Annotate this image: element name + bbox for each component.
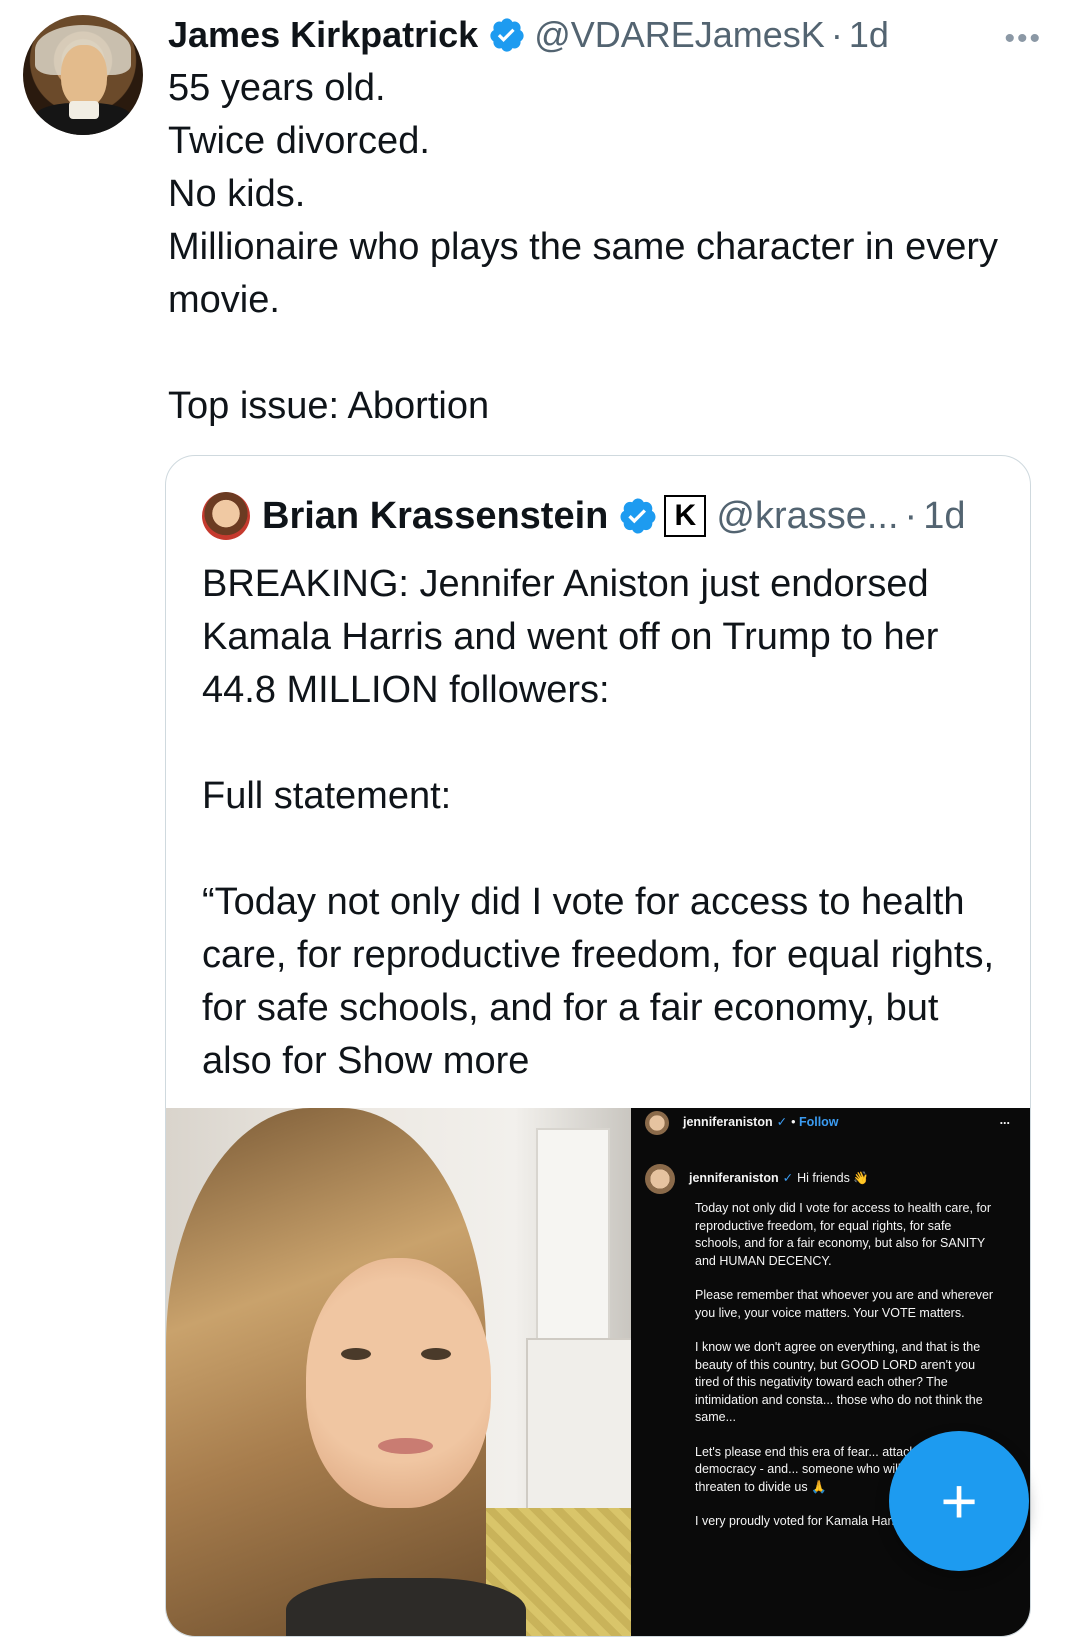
verified-badge-icon [490, 18, 524, 52]
affiliate-badge-icon[interactable]: K [664, 495, 707, 537]
quoted-tweet-media[interactable]: jenniferaniston ✓ • Follow ... jennifera… [166, 1108, 1030, 1636]
quoted-tweet-body: BREAKING: Jennifer Aniston just endorsed… [202, 558, 1012, 1088]
ig-caption-paragraph: I know we don't agree on everything, and… [695, 1340, 983, 1424]
separator-dot: · [904, 494, 918, 537]
author-name[interactable]: James Kirkpatrick [168, 14, 478, 56]
verified-badge-icon [620, 498, 656, 534]
more-options-icon[interactable]: ••• [1004, 22, 1042, 56]
ig-post-header: jenniferaniston ✓ • Follow [645, 1110, 839, 1136]
ig-follow-label: Follow [798, 1115, 839, 1130]
tweet-timestamp[interactable]: 1d [849, 14, 889, 56]
author-avatar[interactable] [23, 15, 143, 135]
avatar-collar [69, 101, 99, 119]
ig-caption-paragraph: Today not only did I vote for access to … [695, 1201, 991, 1268]
photo-shirt [286, 1578, 526, 1636]
show-more-link[interactable]: Show more [337, 1040, 529, 1082]
avatar-face [61, 45, 107, 107]
ig-verified-icon: ✓ [782, 1171, 794, 1186]
separator-dot: · [830, 14, 843, 55]
ig-avatar [645, 1164, 675, 1194]
ig-caption-paragraph: Please remember that whoever you are and… [695, 1288, 994, 1320]
ig-verified-icon: ✓ [776, 1115, 788, 1130]
tweet-line: 55 years old. [168, 67, 386, 109]
tweet-line: Top issue: Abortion [168, 385, 490, 427]
quoted-tweet-timestamp[interactable]: 1d [923, 495, 965, 538]
quoted-tweet-header: Brian Krassenstein K @krasse... · 1d [202, 491, 965, 541]
ig-username: jenniferaniston [683, 1115, 773, 1130]
author-handle[interactable]: @VDAREJamesK [534, 14, 825, 56]
selfie-photo[interactable] [166, 1108, 631, 1636]
photo-lips [378, 1438, 433, 1454]
ig-greeting: Hi friends 👋 [797, 1171, 869, 1186]
ig-separator-dot: • [791, 1115, 796, 1130]
quoted-author-handle[interactable]: @krasse... [716, 495, 898, 538]
photo-face [306, 1258, 491, 1508]
tweet-header: James Kirkpatrick @VDAREJamesK · 1d [168, 12, 889, 58]
quoted-tweet-text: BREAKING: Jennifer Aniston just endorsed… [202, 563, 995, 1082]
ig-avatar [645, 1111, 669, 1135]
tweet-body: 55 years old. Twice divorced. No kids. M… [168, 62, 1048, 433]
tweet-line: Millionaire who plays the same character… [168, 226, 999, 321]
tweet-line: Twice divorced. [168, 120, 430, 162]
compose-post-button[interactable]: + [889, 1431, 1029, 1571]
quoted-author-name[interactable]: Brian Krassenstein [262, 495, 608, 538]
ig-caption-header: jenniferaniston ✓ Hi friends 👋 [645, 1164, 869, 1194]
tweet-line: No kids. [168, 173, 306, 215]
photo-eye [421, 1348, 451, 1360]
photo-eye [341, 1348, 371, 1360]
quoted-author-avatar[interactable] [202, 492, 250, 540]
ig-username: jenniferaniston [689, 1171, 779, 1186]
ig-more-icon: ... [999, 1113, 1010, 1127]
